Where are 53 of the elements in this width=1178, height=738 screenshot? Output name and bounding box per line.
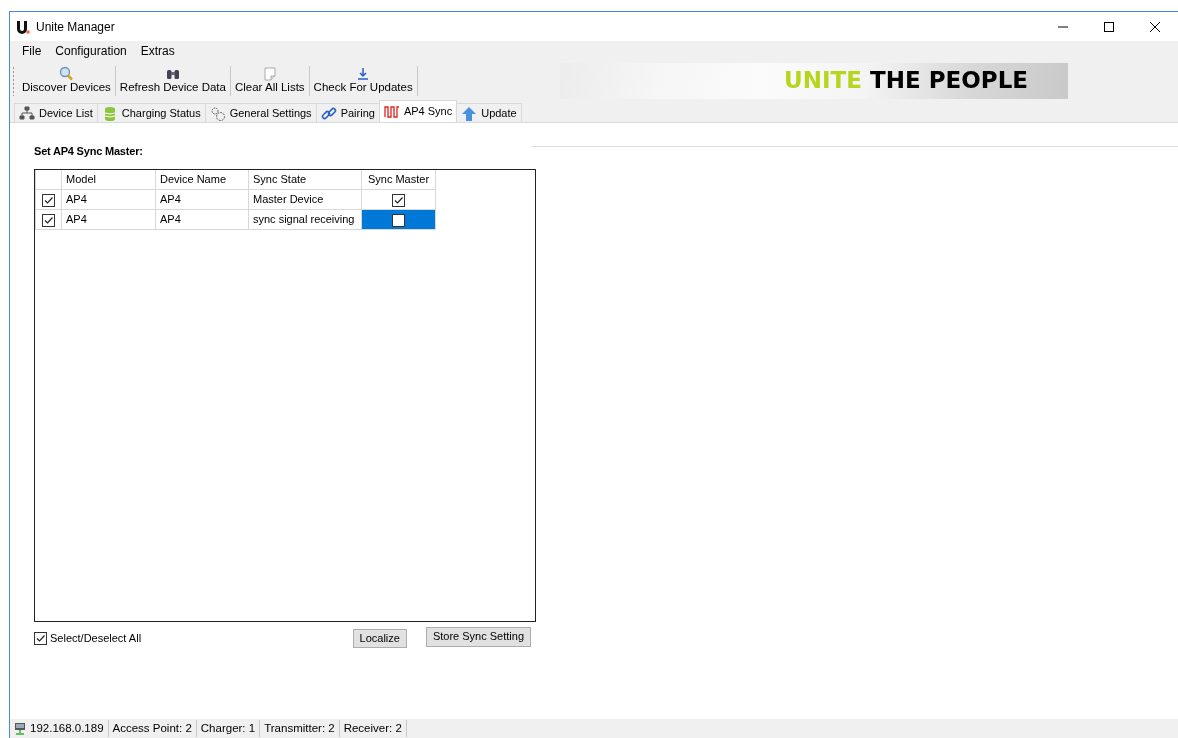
column-header: Device Name bbox=[155, 169, 249, 190]
sync-master-checkbox[interactable] bbox=[392, 193, 405, 207]
check-icon bbox=[43, 214, 54, 226]
select-all-checkbox[interactable] bbox=[34, 631, 47, 645]
window-title: Unite Manager bbox=[36, 18, 115, 36]
slogan-text: UNITE THE PEOPLE bbox=[784, 69, 1028, 92]
tab[interactable]: Update bbox=[456, 103, 522, 122]
sync-master-checkbox[interactable] bbox=[392, 213, 405, 227]
button[interactable]: Store Sync Setting bbox=[425, 626, 531, 647]
column-header: Sync State bbox=[248, 169, 362, 190]
network-icon bbox=[14, 722, 26, 735]
row-checkbox[interactable] bbox=[42, 193, 55, 207]
app-logo-icon bbox=[16, 19, 30, 34]
status-text: 192.168.0.189 bbox=[30, 720, 104, 736]
row-checkbox[interactable] bbox=[42, 213, 55, 227]
tab[interactable]: Charging Status bbox=[96, 103, 206, 122]
status-text: Charger: 1 bbox=[200, 720, 256, 736]
menu-item[interactable]: Configuration bbox=[48, 42, 134, 60]
checkbox-label[interactable]: Select/Deselect All bbox=[50, 629, 142, 647]
table-cell: AP4 bbox=[155, 209, 249, 230]
status-text: Transmitter: 2 bbox=[264, 720, 335, 736]
button[interactable]: Localize bbox=[352, 628, 407, 648]
section-heading: Set AP4 Sync Master: bbox=[34, 144, 144, 159]
check-icon bbox=[43, 194, 54, 206]
toolbar-button[interactable]: Refresh Device Data bbox=[115, 65, 230, 96]
column-header: Sync Master bbox=[361, 169, 436, 190]
magnifier-icon bbox=[58, 66, 75, 82]
table-cell: AP4 bbox=[155, 189, 249, 210]
note-icon bbox=[261, 66, 278, 82]
tab[interactable]: Device List bbox=[14, 103, 98, 122]
menu-item[interactable]: Extras bbox=[133, 42, 182, 60]
table-cell[interactable] bbox=[361, 189, 436, 210]
tab[interactable]: Pairing bbox=[315, 103, 380, 122]
table-cell: AP4 bbox=[61, 209, 156, 230]
menu-item[interactable]: File bbox=[15, 42, 49, 60]
chain-link-icon bbox=[320, 105, 337, 121]
square-wave-icon bbox=[383, 104, 400, 119]
tab[interactable]: AP4 Sync bbox=[378, 100, 458, 122]
status-text: Receiver: 2 bbox=[343, 720, 402, 736]
toolbar-button[interactable]: Check For Updates bbox=[309, 65, 417, 96]
check-icon bbox=[393, 194, 404, 206]
table-cell: sync signal receiving bbox=[248, 209, 362, 230]
toolbar-button[interactable]: Discover Devices bbox=[18, 65, 115, 96]
check-icon bbox=[35, 632, 46, 644]
column-header: Model bbox=[61, 169, 156, 190]
table-cell: AP4 bbox=[61, 189, 156, 210]
gears-icon bbox=[209, 105, 226, 121]
toolbar-button[interactable]: Clear All Lists bbox=[230, 65, 309, 96]
tab[interactable]: General Settings bbox=[204, 103, 317, 122]
network-tree-icon bbox=[19, 105, 35, 121]
up-arrow-icon bbox=[461, 105, 478, 121]
status-text: Access Point: 2 bbox=[112, 720, 192, 736]
table-cell: Master Device bbox=[248, 189, 362, 210]
